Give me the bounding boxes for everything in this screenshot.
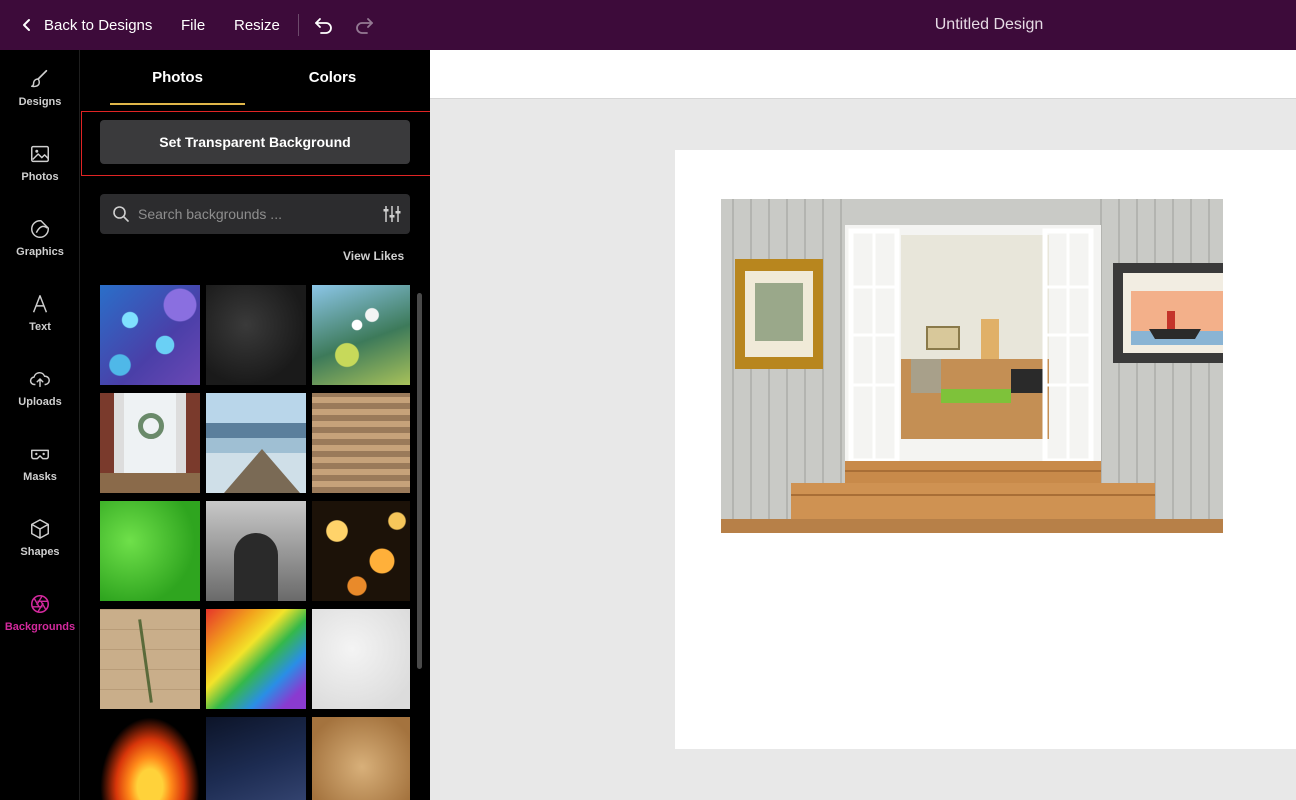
- search-input[interactable]: [138, 194, 368, 234]
- back-label: Back to Designs: [44, 16, 153, 34]
- rail-label-designs: Designs: [18, 96, 62, 108]
- thumb-old-paper[interactable]: [312, 717, 410, 800]
- tool-rail: Designs Photos Graphics Text Uploads Mas…: [0, 50, 80, 800]
- room-photo[interactable]: [721, 199, 1223, 533]
- rail-item-text[interactable]: Text: [0, 291, 80, 351]
- thumb-fire[interactable]: [100, 717, 200, 800]
- toolbar-divider: [298, 14, 299, 36]
- rail-label-backgrounds: Backgrounds: [4, 621, 76, 633]
- thumb-white-flowers-wood[interactable]: [100, 609, 200, 709]
- rail-label-graphics: Graphics: [16, 246, 64, 258]
- canvas-workspace: [430, 50, 1296, 800]
- rail-item-graphics[interactable]: Graphics: [0, 216, 80, 276]
- rail-item-uploads[interactable]: Uploads: [0, 366, 80, 426]
- rail-item-backgrounds[interactable]: Backgrounds: [0, 591, 80, 651]
- room-photo-art: [721, 199, 1223, 533]
- view-likes-link[interactable]: View Likes: [343, 249, 404, 263]
- rail-label-shapes: Shapes: [20, 546, 60, 558]
- thumb-blue-bokeh[interactable]: [100, 285, 200, 385]
- thumb-lake-dock[interactable]: [206, 393, 306, 493]
- canvas-toolbar: [430, 50, 1296, 99]
- active-tab-indicator: [110, 103, 245, 105]
- tab-photos[interactable]: Photos: [110, 50, 245, 105]
- thumb-cherry-blossom[interactable]: [312, 285, 410, 385]
- dock-shape: [224, 449, 300, 493]
- image-icon: [31, 145, 49, 163]
- thumb-white-texture[interactable]: [312, 609, 410, 709]
- rail-item-shapes[interactable]: Shapes: [0, 516, 80, 576]
- backgrounds-panel: Photos Colors Set Transparent Background…: [80, 50, 433, 800]
- thumb-rainbow-glitter[interactable]: [206, 609, 306, 709]
- thumb-night-sky[interactable]: [206, 717, 306, 800]
- rail-label-uploads: Uploads: [18, 396, 62, 408]
- stem-shape: [138, 619, 153, 703]
- search-box: [100, 194, 410, 234]
- rail-item-masks[interactable]: Masks: [0, 441, 80, 501]
- top-bar: Back to Designs File Resize Untitled Des…: [0, 0, 1296, 50]
- arch-opening: [234, 533, 278, 601]
- rail-item-photos[interactable]: Photos: [0, 141, 80, 201]
- rail-item-designs[interactable]: Designs: [0, 66, 80, 126]
- cube-icon: [31, 519, 49, 539]
- file-menu-button[interactable]: File: [181, 0, 205, 50]
- filter-sliders-icon[interactable]: [383, 206, 401, 222]
- background-thumbnail-grid: [100, 285, 410, 800]
- redo-icon: [356, 18, 373, 34]
- thumb-brick-wall[interactable]: [312, 393, 410, 493]
- rail-label-text: Text: [29, 321, 51, 333]
- thumb-green-grass[interactable]: [100, 501, 200, 601]
- mask-icon: [31, 449, 49, 460]
- thumb-dark-stone[interactable]: [206, 285, 306, 385]
- redo-button[interactable]: [354, 0, 374, 50]
- panel-scrollbar[interactable]: [417, 293, 422, 669]
- rail-label-photos: Photos: [21, 171, 59, 183]
- undo-icon: [315, 18, 332, 34]
- thumb-stone-arch[interactable]: [206, 501, 306, 601]
- undo-button[interactable]: [314, 0, 334, 50]
- sticker-icon: [31, 220, 49, 238]
- rail-label-masks: Masks: [23, 471, 57, 483]
- design-page[interactable]: [675, 150, 1296, 749]
- set-transparent-background-button[interactable]: Set Transparent Background: [100, 120, 410, 164]
- wreath-shape: [138, 413, 164, 439]
- search-icon: [113, 206, 129, 222]
- design-title[interactable]: Untitled Design: [880, 0, 1098, 50]
- thumb-golden-bokeh[interactable]: [312, 501, 410, 601]
- aperture-icon: [30, 594, 50, 614]
- back-to-designs-button[interactable]: Back to Designs: [22, 0, 152, 50]
- tab-colors[interactable]: Colors: [265, 50, 400, 105]
- thumb-wreath-door[interactable]: [100, 393, 200, 493]
- brush-icon: [31, 69, 48, 88]
- text-icon: [32, 295, 48, 313]
- floor-shape: [100, 473, 200, 493]
- chevron-left-icon: [23, 19, 30, 31]
- cloud-upload-icon: [29, 371, 50, 388]
- resize-button[interactable]: Resize: [234, 0, 280, 50]
